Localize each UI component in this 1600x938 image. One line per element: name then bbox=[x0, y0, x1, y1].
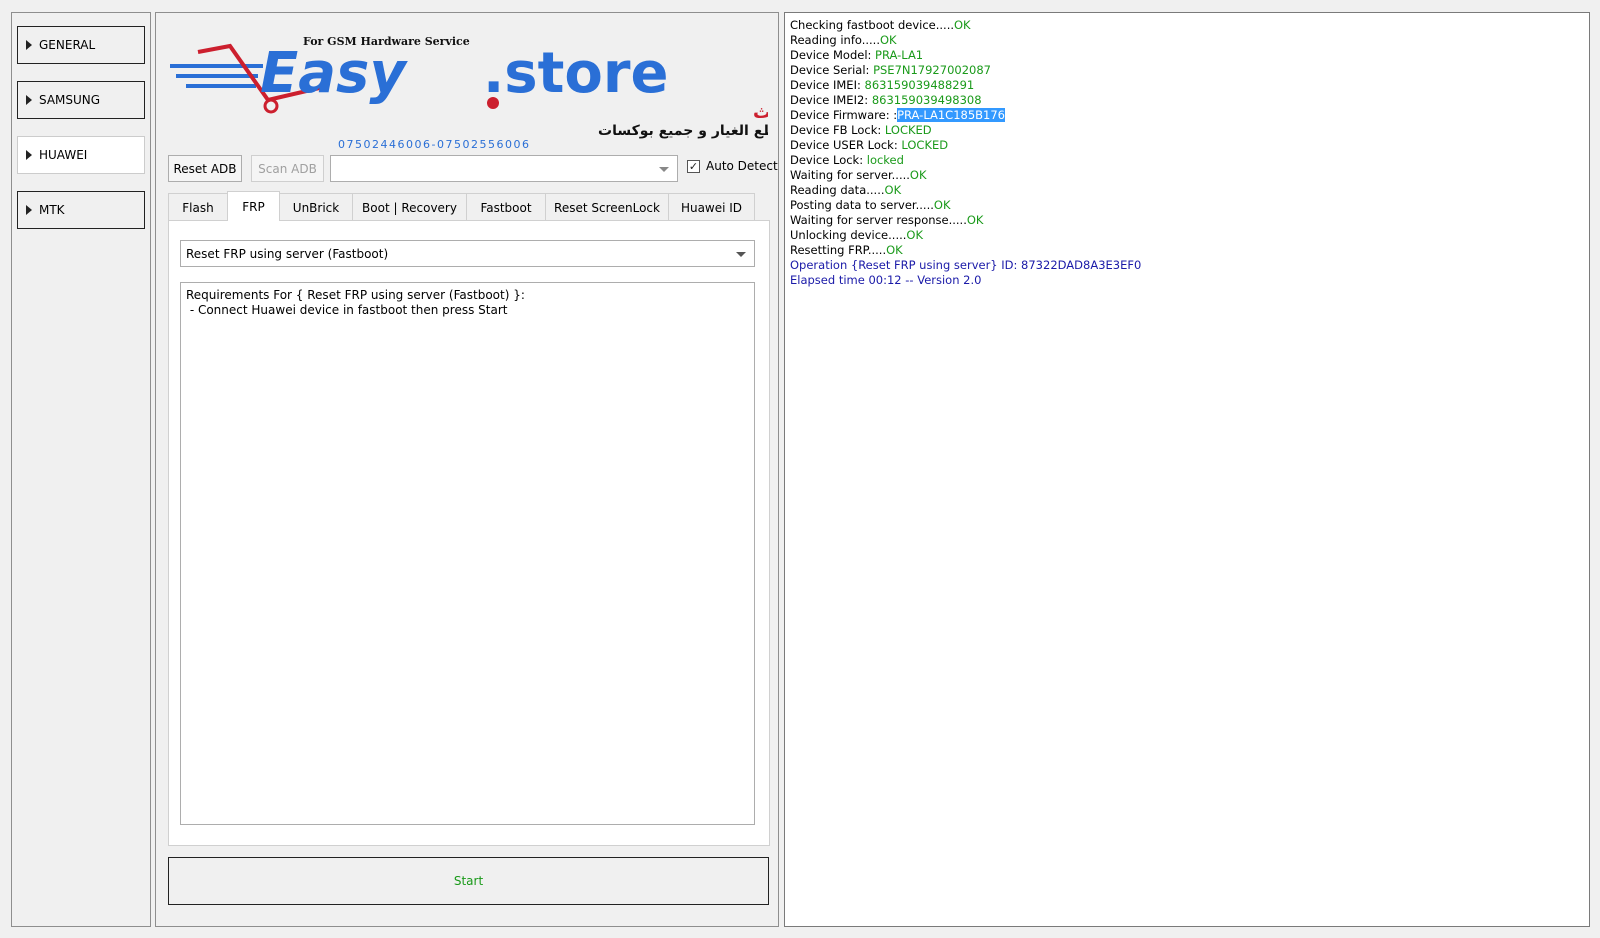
checkmark-icon: ✓ bbox=[687, 159, 700, 173]
sidebar-item-huawei[interactable]: HUAWEI bbox=[17, 136, 145, 174]
tab-bar: Flash FRP UnBrick Boot | Recovery Fastbo… bbox=[168, 191, 755, 221]
log-line: Waiting for server.....OK bbox=[790, 168, 927, 182]
logo-brand-store: .store bbox=[483, 41, 668, 106]
requirements-line: Requirements For { Reset FRP using serve… bbox=[186, 288, 525, 302]
log-line: Device Serial: PSE7N17927002087 bbox=[790, 63, 991, 77]
requirements-textarea[interactable]: Requirements For { Reset FRP using serve… bbox=[180, 282, 755, 825]
sidebar-item-label: HUAWEI bbox=[39, 148, 88, 162]
sidebar-item-label: GENERAL bbox=[39, 38, 96, 52]
logo-brand-easy: Easy bbox=[260, 41, 408, 106]
chevron-down-icon bbox=[736, 252, 746, 257]
sidebar-item-label: MTK bbox=[39, 203, 65, 217]
sidebar-item-general[interactable]: GENERAL bbox=[17, 26, 145, 64]
sidebar-item-label: SAMSUNG bbox=[39, 93, 101, 107]
log-elapsed-line: Elapsed time 00:12 -- Version 2.0 bbox=[790, 273, 982, 287]
logo-phone-numbers: 07502446006-07502556006 bbox=[338, 138, 530, 151]
log-line: Reading data.....OK bbox=[790, 183, 902, 197]
log-line: Reading info.....OK bbox=[790, 33, 897, 47]
log-line: Device IMEI2: 863159039498308 bbox=[790, 93, 982, 107]
logo-arabic-address: ايزي ستور- العراق / دهوك / سوق مربع طابق… bbox=[753, 102, 768, 123]
expand-triangle-icon bbox=[26, 205, 32, 215]
log-line: Device Model: PRA-LA1 bbox=[790, 48, 924, 62]
auto-detect-checkbox[interactable]: ✓ Auto Detect bbox=[687, 159, 778, 173]
reset-adb-button[interactable]: Reset ADB bbox=[168, 155, 242, 182]
easy-store-logo: For GSM Hardware Service Easy .store ايز… bbox=[170, 35, 768, 151]
log-output[interactable]: Checking fastboot device.....OK Reading … bbox=[784, 12, 1590, 927]
log-line: Checking fastboot device.....OK bbox=[790, 18, 971, 32]
frp-method-value: Reset FRP using server (Fastboot) bbox=[186, 246, 389, 261]
log-line: Posting data to server.....OK bbox=[790, 198, 951, 212]
tab-frp[interactable]: FRP bbox=[227, 191, 280, 221]
expand-triangle-icon bbox=[26, 95, 32, 105]
tab-reset-screenlock[interactable]: Reset ScreenLock bbox=[545, 193, 669, 221]
logo-arabic-services: لبيع جميع قطع الغيار و جميع بوكسات bbox=[598, 123, 768, 139]
device-select-dropdown[interactable] bbox=[330, 155, 678, 182]
frp-method-select[interactable]: Reset FRP using server (Fastboot) bbox=[180, 240, 755, 267]
log-line: Device FB Lock: LOCKED bbox=[790, 123, 932, 137]
tab-unbrick[interactable]: UnBrick bbox=[279, 193, 353, 221]
huawei-tool-panel: For GSM Hardware Service Easy .store ايز… bbox=[155, 12, 779, 927]
tab-boot-recovery[interactable]: Boot | Recovery bbox=[352, 193, 467, 221]
frp-tab-content: Reset FRP using server (Fastboot) Requir… bbox=[168, 220, 770, 846]
requirements-line: - Connect Huawei device in fastboot then… bbox=[186, 303, 508, 317]
expand-triangle-icon bbox=[26, 150, 32, 160]
expand-triangle-icon bbox=[26, 40, 32, 50]
log-line: Unlocking device.....OK bbox=[790, 228, 924, 242]
selected-firmware-text: PRA-LA1C185B176 bbox=[897, 108, 1005, 122]
log-line: Device Lock: locked bbox=[790, 153, 904, 167]
log-text: Checking fastboot device.....OK Reading … bbox=[790, 18, 1141, 288]
sidebar-item-mtk[interactable]: MTK bbox=[17, 191, 145, 229]
start-button[interactable]: Start bbox=[168, 857, 769, 905]
log-line: Resetting FRP.....OK bbox=[790, 243, 903, 257]
log-line: Waiting for server response.....OK bbox=[790, 213, 984, 227]
chevron-down-icon bbox=[659, 167, 669, 172]
sidebar-item-samsung[interactable]: SAMSUNG bbox=[17, 81, 145, 119]
sidebar: GENERAL SAMSUNG HUAWEI MTK bbox=[11, 12, 151, 927]
log-line: Device Firmware: :PRA-LA1C185B176 bbox=[790, 108, 1005, 122]
tab-fastboot[interactable]: Fastboot bbox=[466, 193, 546, 221]
tab-huawei-id[interactable]: Huawei ID bbox=[668, 193, 755, 221]
log-line: Device IMEI: 863159039488291 bbox=[790, 78, 975, 92]
log-operation-line: Operation {Reset FRP using server} ID: 8… bbox=[790, 258, 1142, 272]
scan-adb-button[interactable]: Scan ADB bbox=[251, 155, 324, 182]
tab-flash[interactable]: Flash bbox=[168, 193, 228, 221]
log-line: Device USER Lock: LOCKED bbox=[790, 138, 949, 152]
auto-detect-label: Auto Detect bbox=[706, 159, 778, 173]
